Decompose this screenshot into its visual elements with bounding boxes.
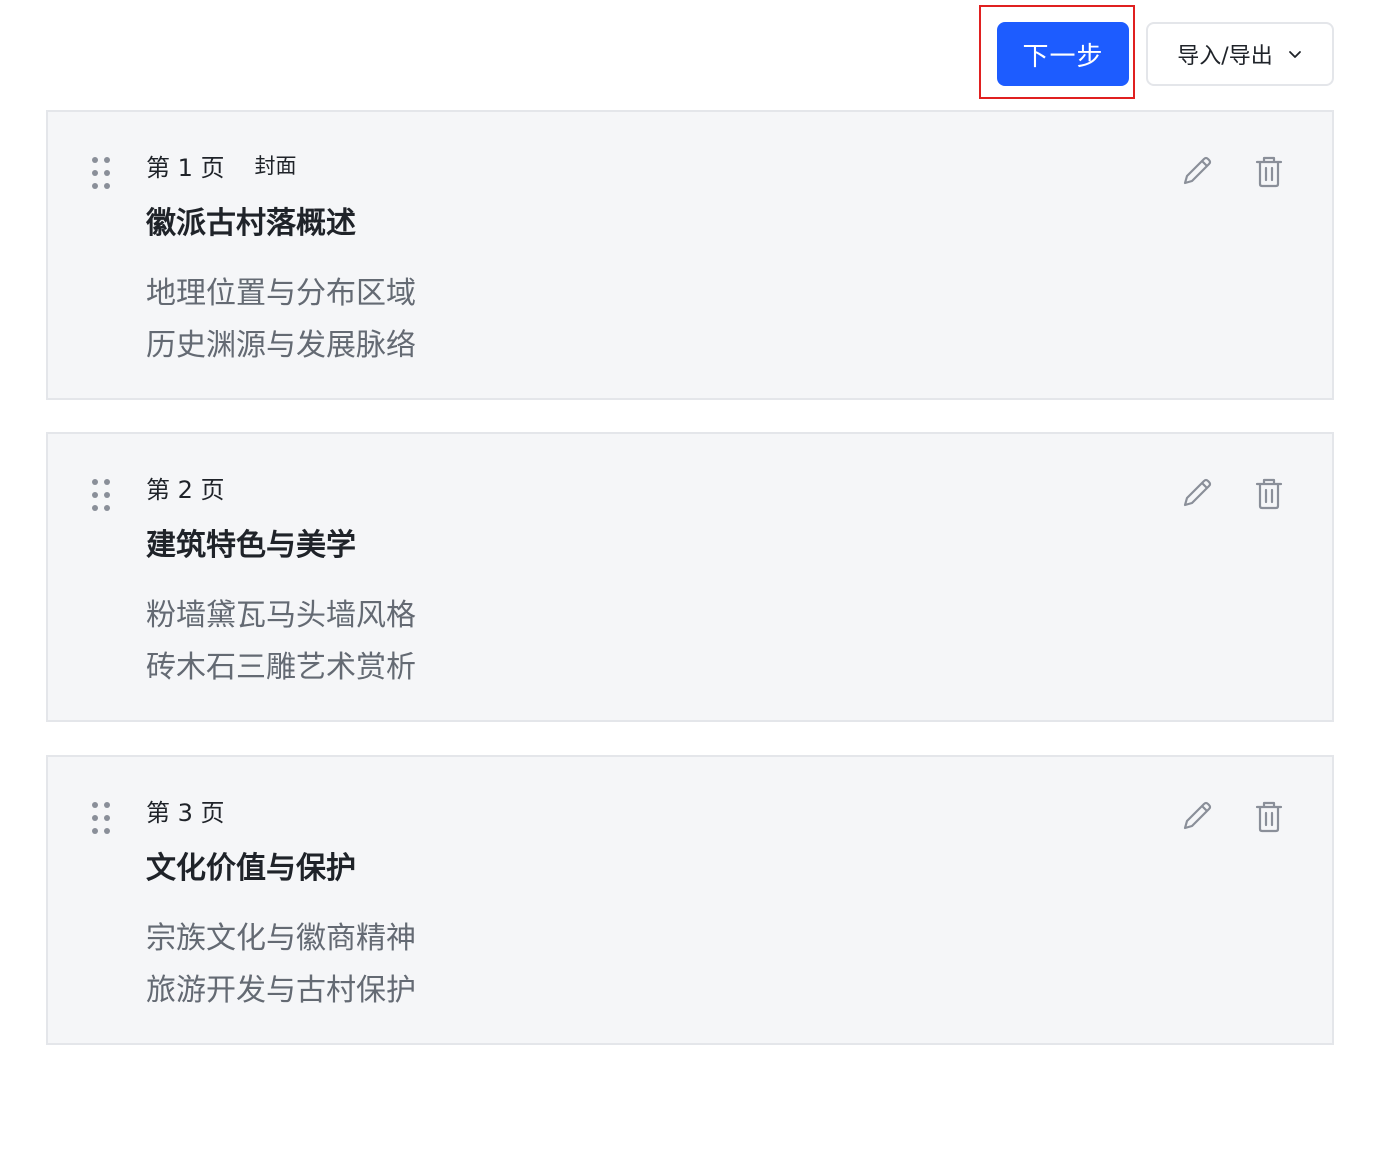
pencil-icon <box>1179 475 1215 515</box>
point-item: 宗族文化与徽商精神 <box>146 921 416 956</box>
page-card-2[interactable]: 第 2 页 建筑特色与美学 粉墙黛瓦马头墙风格 砖木石三雕艺术赏析 <box>46 432 1334 722</box>
point-item: 旅游开发与古村保护 <box>146 973 416 1008</box>
trash-icon <box>1253 154 1285 192</box>
drag-handle-icon[interactable] <box>90 156 112 190</box>
page-number: 第 2 页 <box>146 475 225 504</box>
delete-button[interactable] <box>1250 154 1288 192</box>
page-number: 第 1 页 <box>146 153 225 182</box>
page-points: 宗族文化与徽商精神 旅游开发与古村保护 <box>146 913 416 1017</box>
page-header: 第 2 页 <box>146 470 225 504</box>
chevron-down-icon <box>1287 46 1303 62</box>
point-item: 粉墙黛瓦马头墙风格 <box>146 598 416 633</box>
page-tag: 封面 <box>254 154 297 178</box>
page-header: 第 3 页 <box>146 793 225 827</box>
edit-button[interactable] <box>1178 154 1216 192</box>
point-item: 砖木石三雕艺术赏析 <box>146 650 416 685</box>
edit-button[interactable] <box>1178 799 1216 837</box>
page-header: 第 1 页 封面 <box>146 148 297 182</box>
page-points: 粉墙黛瓦马头墙风格 砖木石三雕艺术赏析 <box>146 590 416 694</box>
page-title: 文化价值与保护 <box>146 851 356 886</box>
point-item: 地理位置与分布区域 <box>146 276 416 311</box>
next-step-button[interactable]: 下一步 <box>997 22 1129 86</box>
import-export-label: 导入/导出 <box>1177 44 1273 69</box>
page-number: 第 3 页 <box>146 798 225 827</box>
trash-icon <box>1253 476 1285 514</box>
delete-button[interactable] <box>1250 476 1288 514</box>
trash-icon <box>1253 799 1285 837</box>
card-actions <box>1178 476 1288 514</box>
page-card-1[interactable]: 第 1 页 封面 徽派古村落概述 地理位置与分布区域 历史渊源与发展脉络 <box>46 110 1334 400</box>
pencil-icon <box>1179 153 1215 193</box>
toolbar: 下一步 导入/导出 <box>0 0 1376 110</box>
point-item: 历史渊源与发展脉络 <box>146 328 416 363</box>
import-export-dropdown[interactable]: 导入/导出 <box>1146 22 1334 86</box>
page-title: 徽派古村落概述 <box>146 206 356 241</box>
drag-handle-icon[interactable] <box>90 478 112 512</box>
edit-button[interactable] <box>1178 476 1216 514</box>
pencil-icon <box>1179 798 1215 838</box>
page-card-3[interactable]: 第 3 页 文化价值与保护 宗族文化与徽商精神 旅游开发与古村保护 <box>46 755 1334 1045</box>
delete-button[interactable] <box>1250 799 1288 837</box>
card-actions <box>1178 799 1288 837</box>
card-actions <box>1178 154 1288 192</box>
drag-handle-icon[interactable] <box>90 801 112 835</box>
page-points: 地理位置与分布区域 历史渊源与发展脉络 <box>146 268 416 372</box>
page-title: 建筑特色与美学 <box>146 528 356 563</box>
